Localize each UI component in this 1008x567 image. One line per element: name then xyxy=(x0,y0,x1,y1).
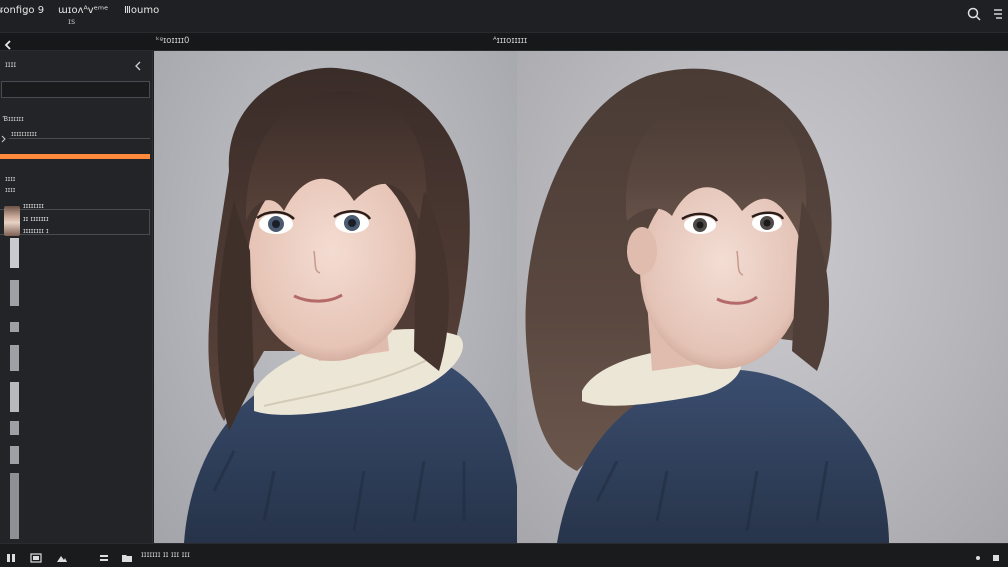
thumbnail[interactable] xyxy=(4,206,20,236)
toolbar: ᵏᵍɪoɪɪɪɪ0 ᴬɪɪɪoɪɪɪɪɪ xyxy=(0,33,1008,51)
image-icon[interactable] xyxy=(30,549,42,563)
menu-edit[interactable]: ɯɪoʌᴬᴠᵉᵐᵉ xyxy=(58,5,108,16)
submenu-label: ɪs xyxy=(68,17,76,26)
layer-strip[interactable] xyxy=(10,280,19,306)
portrait-image-left xyxy=(184,67,517,543)
top-bar: ᵲonfiǥo 9 ɯɪoʌᴬᴠᵉᵐᵉ Ⅲoumo ɪs xyxy=(0,0,1008,33)
list-item-title: ɪɪɪɪɪɪɪɪ xyxy=(23,202,44,210)
image-viewer[interactable] xyxy=(154,51,1008,543)
progress-bar xyxy=(0,154,150,159)
chevron-left-icon[interactable] xyxy=(133,57,143,71)
layers-icon[interactable] xyxy=(98,549,110,561)
divider xyxy=(9,138,150,139)
search-icon[interactable] xyxy=(966,6,982,22)
status-bar: ɪɪɪɪɪɪɪ ɪɪ ɪɪɪ ɪɪɪ xyxy=(0,543,1008,567)
mountain-icon[interactable] xyxy=(56,549,68,562)
hamburger-icon[interactable] xyxy=(990,6,1006,22)
status-text: ɪɪɪɪɪɪɪ ɪɪ ɪɪɪ ɪɪɪ xyxy=(141,550,190,559)
portrait-image-right xyxy=(525,68,889,543)
section-heading-2: ɪɪɪɪ xyxy=(5,175,16,183)
caret-icon[interactable] xyxy=(1,128,7,143)
dot-icon[interactable] xyxy=(972,549,984,561)
panel-left-label: ᵏᵍɪoɪɪɪɪ0 xyxy=(156,36,190,46)
search-input-value xyxy=(2,91,5,99)
more-icon[interactable] xyxy=(990,549,1002,561)
grid-icon[interactable] xyxy=(5,549,17,562)
list-item-line2: ɪɪɪɪɪɪɪɪ ɪ xyxy=(23,227,49,235)
layer-strip[interactable] xyxy=(10,345,19,371)
layer-strip[interactable] xyxy=(10,322,19,332)
sidebar: ɪɪɪɪ Ɓɪɪɪɪɪɪ ɪɪɪɪɪɪɪɪɪɪ ɪɪɪɪ ɪɪɪɪ ɪɪɪɪɪɪ… xyxy=(0,51,153,543)
menu-file[interactable]: ᵲonfiǥo 9 xyxy=(0,5,44,16)
section-heading: Ɓɪɪɪɪɪɪ xyxy=(3,115,24,123)
layer-strip[interactable] xyxy=(10,446,19,464)
search-input[interactable] xyxy=(1,81,150,98)
folder-icon[interactable] xyxy=(121,549,133,562)
panel-center-label: ᴬɪɪɪoɪɪɪɪɪ xyxy=(493,36,528,46)
layer-strip[interactable] xyxy=(10,421,19,435)
section-subheading: ɪɪɪɪ xyxy=(5,186,16,194)
layer-strip[interactable] xyxy=(10,238,19,268)
layer-strip[interactable] xyxy=(10,382,19,412)
menu-view[interactable]: Ⅲoumo xyxy=(124,5,159,16)
image-panel-left[interactable] xyxy=(154,51,517,543)
layer-strip[interactable] xyxy=(10,473,19,539)
list-item-line1: ɪɪ ɪɪɪɪɪɪɪ xyxy=(23,215,49,223)
sidebar-title: ɪɪɪɪ xyxy=(5,60,17,69)
image-panel-right[interactable] xyxy=(517,51,1008,543)
progress-fill xyxy=(0,154,150,159)
back-arrow-icon[interactable] xyxy=(3,36,13,50)
section-item[interactable]: ɪɪɪɪɪɪɪɪɪɪ xyxy=(11,130,37,138)
